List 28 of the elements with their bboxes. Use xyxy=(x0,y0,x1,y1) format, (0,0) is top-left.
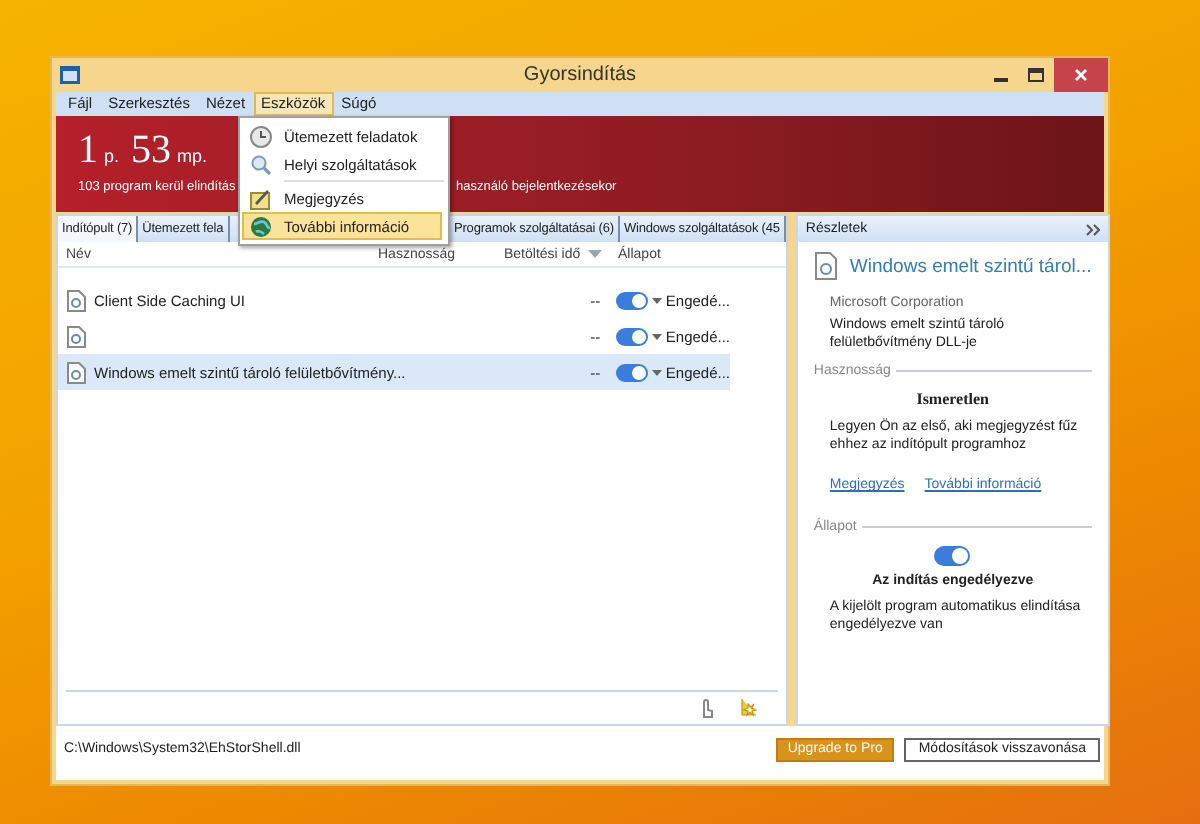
file-icon xyxy=(66,325,86,347)
globe-icon xyxy=(250,215,272,237)
toggle-switch[interactable] xyxy=(615,327,648,345)
seconds-unit: mp. xyxy=(177,146,208,166)
minutes-value: 1 xyxy=(78,128,98,174)
seconds-value: 53 xyxy=(131,128,172,174)
search-icon xyxy=(250,153,272,175)
rating: Ismeretlen xyxy=(914,390,991,408)
close-icon xyxy=(1074,68,1088,82)
file-icon xyxy=(66,289,86,311)
caret-icon xyxy=(651,297,662,303)
expand-icon xyxy=(1085,223,1100,235)
caret-icon xyxy=(651,369,662,375)
file-icon xyxy=(66,361,86,383)
app-icon xyxy=(60,66,80,84)
clock-icon xyxy=(250,125,272,147)
program-title: Windows emelt szintű tárol... xyxy=(849,255,1092,277)
note-icon xyxy=(250,187,272,209)
close-button[interactable] xyxy=(1054,58,1108,92)
window-title: Gyorsindítás xyxy=(523,64,637,86)
caret-icon xyxy=(651,333,662,339)
toggle-switch[interactable] xyxy=(615,363,648,381)
minutes-unit: p. xyxy=(104,146,120,166)
sparkle-icon xyxy=(737,698,758,718)
file-icon xyxy=(813,252,838,280)
maximize-icon xyxy=(1028,68,1044,82)
toggle-switch[interactable] xyxy=(934,546,971,566)
toggle-switch[interactable] xyxy=(615,291,648,309)
